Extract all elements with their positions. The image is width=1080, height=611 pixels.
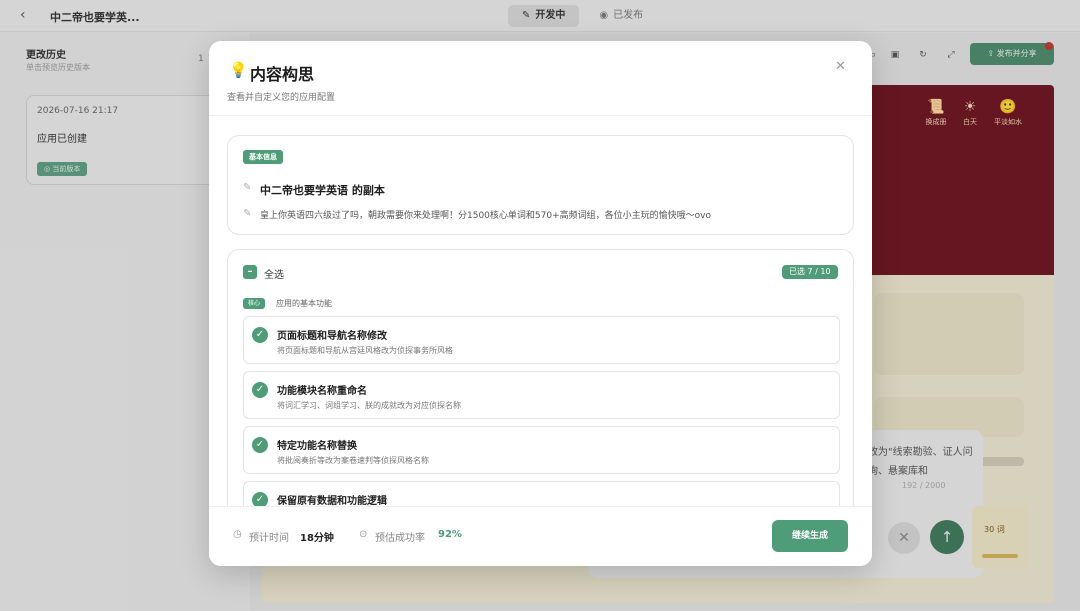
success-rate-label: 预估成功率 (375, 533, 425, 544)
basic-info-tag: 基本信息 (243, 150, 283, 164)
estimated-time-value: 18分钟 (300, 533, 334, 544)
dialog-header: 💡 内容构思 查看并自定义您的应用配置 ✕ (209, 41, 872, 116)
pencil-icon[interactable]: ✎ (243, 208, 251, 219)
app-name-field[interactable]: 中二帝也要学英语 的副本 (260, 182, 385, 198)
selected-count-badge: 已选 7 / 10 (782, 265, 838, 279)
dialog-subtitle: 查看并自定义您的应用配置 (227, 93, 336, 103)
estimated-time-label: 预计时间 (249, 533, 289, 544)
feature-title: 特定功能名称替换 (277, 441, 357, 452)
core-group-label: 应用的基本功能 (276, 299, 332, 308)
basic-info-card: 基本信息 ✎ 中二帝也要学英语 的副本 ✎ 皇上你英语四六级过了吗，朝政需要你来… (227, 135, 854, 235)
feature-selection-card: – 全选 已选 7 / 10 核心 应用的基本功能 ✓ 页面标题和导航名称修改 … (227, 249, 854, 506)
core-group-tag: 核心 (243, 298, 266, 309)
dialog-title: 内容构思 (250, 65, 315, 84)
check-icon[interactable]: ✓ (252, 327, 268, 343)
feature-title: 功能模块名称重命名 (277, 386, 367, 397)
feature-title: 保留原有数据和功能逻辑 (277, 496, 387, 506)
feature-title: 页面标题和导航名称修改 (277, 331, 387, 342)
select-all-checkbox[interactable]: – (243, 265, 257, 279)
feature-description: 将页面标题和导航从宫廷风格改为侦探事务所风格 (277, 346, 453, 355)
feature-item[interactable]: ✓ 页面标题和导航名称修改 将页面标题和导航从宫廷风格改为侦探事务所风格 (243, 316, 840, 364)
feature-item[interactable]: ✓ 功能模块名称重命名 将词汇学习、词组学习、朕的成就改为对应侦探名称 (243, 371, 840, 419)
dialog-body[interactable]: 基本信息 ✎ 中二帝也要学英语 的副本 ✎ 皇上你英语四六级过了吗，朝政需要你来… (209, 117, 872, 506)
feature-item[interactable]: ✓ 特定功能名称替换 将批阅奏折等改为案卷速判等侦探风格名称 (243, 426, 840, 474)
feature-description: 将词汇学习、词组学习、朕的成就改为对应侦探名称 (277, 401, 461, 410)
target-icon: ⊙ (359, 529, 368, 540)
content-concept-dialog: 💡 内容构思 查看并自定义您的应用配置 ✕ 基本信息 ✎ 中二帝也要学英语 的副… (209, 41, 872, 566)
continue-generate-button[interactable]: 继续生成 (772, 520, 848, 552)
check-icon[interactable]: ✓ (252, 437, 268, 453)
clock-icon: ◷ (233, 529, 242, 540)
app-description-field[interactable]: 皇上你英语四六级过了吗，朝政需要你来处理啊！分1500核心单词和570+高频词组… (260, 208, 711, 221)
feature-item[interactable]: ✓ 保留原有数据和功能逻辑 (243, 481, 840, 506)
close-icon[interactable]: ✕ (835, 59, 846, 74)
dialog-footer: ◷ 预计时间 18分钟 ⊙ 预估成功率 92% 继续生成 (209, 506, 872, 566)
success-rate-value: 92% (438, 529, 462, 540)
lightbulb-icon: 💡 (229, 61, 248, 79)
feature-description: 将批阅奏折等改为案卷速判等侦探风格名称 (277, 456, 429, 465)
check-icon[interactable]: ✓ (252, 382, 268, 398)
pencil-icon[interactable]: ✎ (243, 182, 251, 193)
select-all-label[interactable]: 全选 (264, 266, 284, 281)
check-icon[interactable]: ✓ (252, 492, 268, 506)
